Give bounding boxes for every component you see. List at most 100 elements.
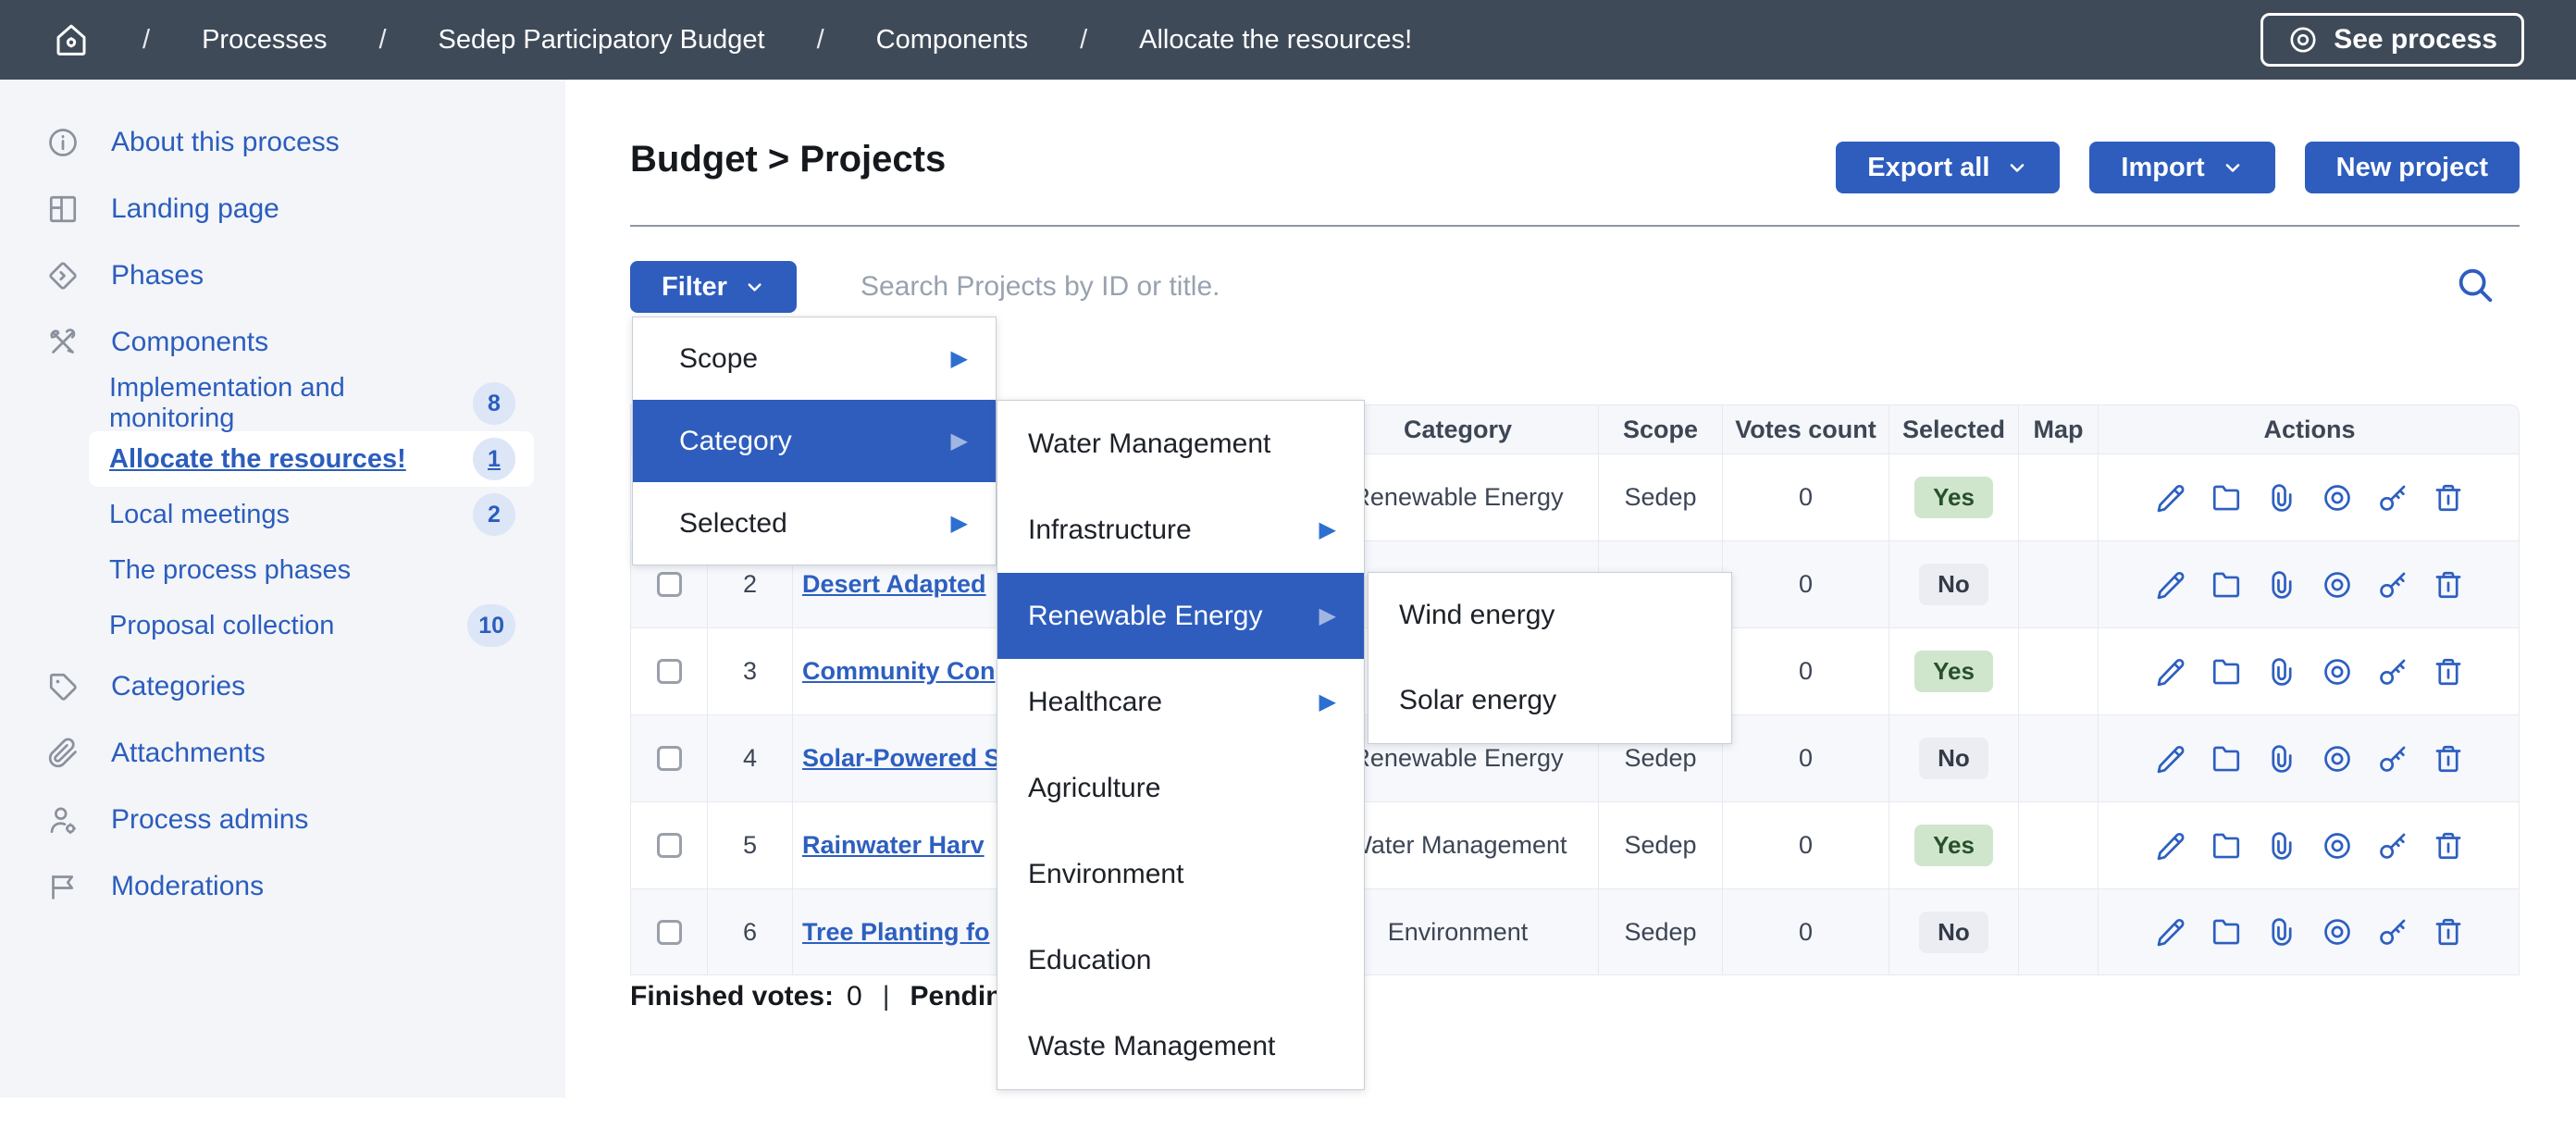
sidebar-item-process-admins[interactable]: Process admins <box>0 787 565 853</box>
permissions-key-icon[interactable] <box>2377 656 2409 688</box>
search-input[interactable] <box>861 263 2415 311</box>
project-votes: 0 <box>1722 802 1889 888</box>
attachment-icon[interactable] <box>2266 656 2297 688</box>
sidebar-item-moderations[interactable]: Moderations <box>0 853 565 920</box>
category-menu-item-environment[interactable]: Environment <box>997 831 1364 917</box>
category-menu-item-water-management[interactable]: Water Management <box>997 401 1364 487</box>
project-map <box>2018 628 2098 714</box>
submenu-arrow-icon: ▶ <box>951 510 968 537</box>
table-row: 6 Tree Planting fo Environment Sedep 0 N… <box>630 888 2520 975</box>
row-checkbox[interactable] <box>657 572 682 597</box>
import-button[interactable]: Import <box>2089 142 2274 193</box>
project-title-link[interactable]: Tree Planting fo <box>802 918 990 947</box>
project-title-link[interactable]: Desert Adapted <box>802 570 986 599</box>
permissions-key-icon[interactable] <box>2377 916 2409 948</box>
preview-icon[interactable] <box>2322 482 2353 514</box>
delete-icon[interactable] <box>2433 916 2464 948</box>
permissions-key-icon[interactable] <box>2377 743 2409 775</box>
category-menu-item-infrastructure[interactable]: Infrastructure ▶ <box>997 487 1364 573</box>
sidebar-item-about[interactable]: About this process <box>0 109 565 176</box>
filter-menu-item-scope[interactable]: Scope ▶ <box>633 317 996 400</box>
filter-menu-item-selected[interactable]: Selected ▶ <box>633 482 996 565</box>
delete-icon[interactable] <box>2433 482 2464 514</box>
row-checkbox[interactable] <box>657 920 682 945</box>
see-process-button[interactable]: See process <box>2260 13 2524 67</box>
attachment-icon[interactable] <box>2266 569 2297 601</box>
permissions-key-icon[interactable] <box>2377 482 2409 514</box>
category-menu-item-agriculture[interactable]: Agriculture <box>997 745 1364 831</box>
folder-icon[interactable] <box>2211 482 2242 514</box>
row-checkbox[interactable] <box>657 833 682 858</box>
folder-icon[interactable] <box>2211 916 2242 948</box>
attachment-icon[interactable] <box>2266 830 2297 862</box>
folder-icon[interactable] <box>2211 656 2242 688</box>
attachment-icon[interactable] <box>2266 482 2297 514</box>
edit-icon[interactable] <box>2155 743 2186 775</box>
delete-icon[interactable] <box>2433 656 2464 688</box>
page-title: Budget > Projects <box>630 139 946 180</box>
project-title-link[interactable]: Rainwater Harv <box>802 831 985 860</box>
breadcrumb-processes[interactable]: Processes <box>202 25 327 56</box>
project-id: 5 <box>707 802 792 888</box>
sidebar-item-phases[interactable]: Phases <box>0 242 565 309</box>
preview-icon[interactable] <box>2322 569 2353 601</box>
edit-icon[interactable] <box>2155 916 2186 948</box>
breadcrumb-separator: / <box>817 25 824 56</box>
attachment-icon[interactable] <box>2266 916 2297 948</box>
export-all-button[interactable]: Export all <box>1836 142 2060 193</box>
delete-icon[interactable] <box>2433 569 2464 601</box>
sidebar-item-proposal-collection[interactable]: Proposal collection 10 <box>0 598 565 653</box>
new-project-button[interactable]: New project <box>2305 142 2520 193</box>
sidebar-item-process-phases[interactable]: The process phases <box>0 542 565 598</box>
category-menu-item-waste-management[interactable]: Waste Management <box>997 1003 1364 1089</box>
folder-icon[interactable] <box>2211 743 2242 775</box>
permissions-key-icon[interactable] <box>2377 830 2409 862</box>
edit-icon[interactable] <box>2155 656 2186 688</box>
category-menu-item-education[interactable]: Education <box>997 917 1364 1003</box>
filter-menu-item-category[interactable]: Category ▶ <box>633 400 996 482</box>
breadcrumb-process-name[interactable]: Sedep Participatory Budget <box>439 25 765 56</box>
filter-button[interactable]: Filter <box>630 261 797 313</box>
sidebar-item-implementation-monitoring[interactable]: Implementation and monitoring 8 <box>0 376 565 431</box>
sidebar-item-components[interactable]: Components <box>0 309 565 376</box>
breadcrumb-separator: / <box>378 25 386 56</box>
breadcrumb-components[interactable]: Components <box>876 25 1028 56</box>
row-checkbox[interactable] <box>657 746 682 771</box>
subcategory-menu: Wind energy Solar energy <box>1368 572 1732 744</box>
edit-icon[interactable] <box>2155 569 2186 601</box>
category-menu-item-renewable-energy[interactable]: Renewable Energy ▶ <box>997 573 1364 659</box>
row-checkbox[interactable] <box>657 659 682 684</box>
edit-icon[interactable] <box>2155 482 2186 514</box>
attachment-icon[interactable] <box>2266 743 2297 775</box>
selected-badge: Yes <box>1914 825 1993 866</box>
category-menu-item-healthcare[interactable]: Healthcare ▶ <box>997 659 1364 745</box>
header-selected: Selected <box>1889 405 2018 453</box>
row-actions <box>2098 541 2520 627</box>
edit-icon[interactable] <box>2155 830 2186 862</box>
home-icon[interactable] <box>52 20 91 59</box>
preview-icon[interactable] <box>2322 916 2353 948</box>
folder-icon[interactable] <box>2211 569 2242 601</box>
preview-icon[interactable] <box>2322 830 2353 862</box>
selected-badge: Yes <box>1914 477 1993 518</box>
preview-icon[interactable] <box>2322 743 2353 775</box>
sidebar-item-local-meetings[interactable]: Local meetings 2 <box>0 487 565 542</box>
user-gear-icon <box>46 803 80 837</box>
search-icon[interactable] <box>2454 264 2496 306</box>
permissions-key-icon[interactable] <box>2377 569 2409 601</box>
sidebar-item-categories[interactable]: Categories <box>0 653 565 720</box>
project-votes: 0 <box>1722 454 1889 540</box>
project-title-link[interactable]: Community Con <box>802 657 996 686</box>
breadcrumb-current[interactable]: Allocate the resources! <box>1139 25 1412 56</box>
preview-icon[interactable] <box>2322 656 2353 688</box>
project-title-link[interactable]: Solar-Powered S <box>802 744 1001 773</box>
delete-icon[interactable] <box>2433 743 2464 775</box>
sidebar-item-allocate-resources[interactable]: Allocate the resources! 1 <box>89 431 534 487</box>
folder-icon[interactable] <box>2211 830 2242 862</box>
sidebar-item-attachments[interactable]: Attachments <box>0 720 565 787</box>
sidebar-item-landing-page[interactable]: Landing page <box>0 176 565 242</box>
selected-badge: No <box>1919 564 1988 605</box>
subcategory-menu-item-solar-energy[interactable]: Solar energy <box>1368 658 1731 743</box>
delete-icon[interactable] <box>2433 830 2464 862</box>
subcategory-menu-item-wind-energy[interactable]: Wind energy <box>1368 573 1731 658</box>
